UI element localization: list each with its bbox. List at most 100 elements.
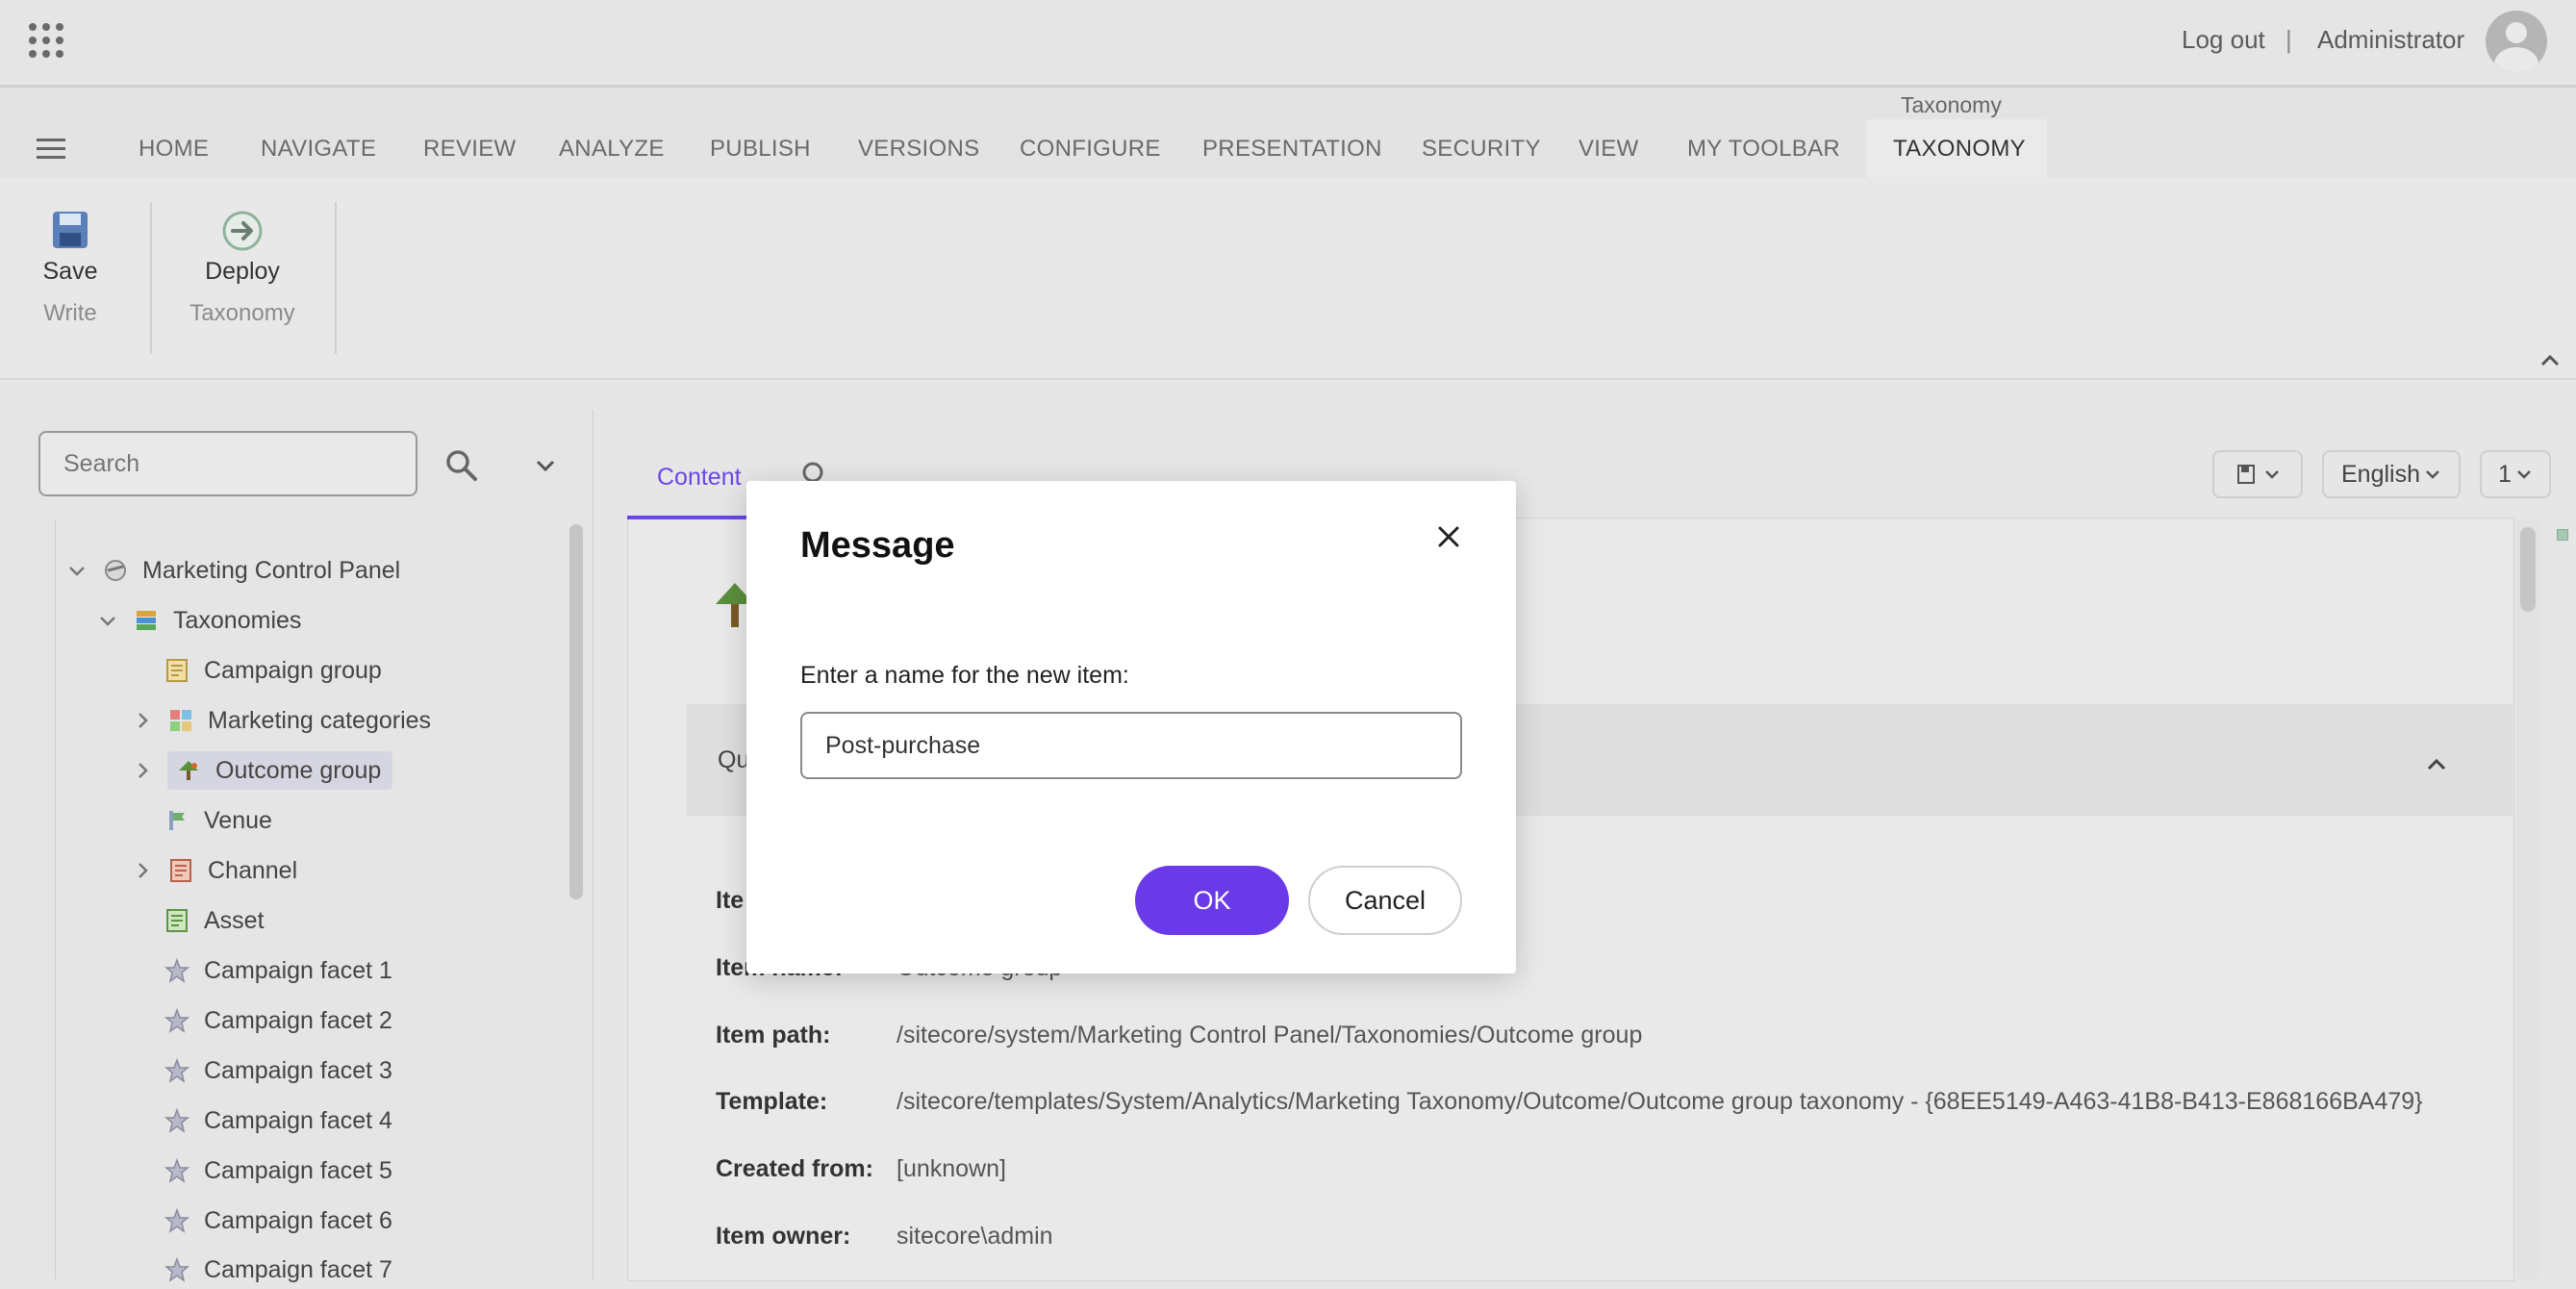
header-separator: | [2286, 25, 2292, 54]
asset-icon [166, 909, 188, 932]
cancel-button[interactable]: Cancel [1308, 866, 1462, 935]
chevron-down-icon[interactable] [98, 611, 117, 630]
tree-item-label: Campaign facet 4 [204, 1106, 392, 1134]
tree-item-label: Marketing Control Panel [142, 556, 401, 584]
version-selector[interactable]: 1 [2480, 450, 2551, 498]
save-button[interactable]: Save [38, 258, 102, 286]
ok-button[interactable]: OK [1135, 866, 1289, 935]
field-value-item-owner: sitecore\admin [897, 1223, 1053, 1250]
tree-item-channel[interactable]: Channel [133, 851, 297, 890]
deploy-icon[interactable] [221, 210, 264, 252]
field-label-created-from: Created from: [716, 1155, 873, 1182]
chevron-down-icon [2265, 470, 2279, 479]
tree-item-label: Campaign facet 5 [204, 1156, 392, 1184]
star-icon [164, 957, 190, 983]
tree-item-selected-highlight: Outcome group [167, 751, 393, 790]
ribbon-group-write: Write [43, 300, 97, 326]
tab-publish[interactable]: PUBLISH [710, 136, 811, 163]
contextual-tab-caption: Taxonomy [1901, 92, 2002, 117]
tree-item-campaign-facet-7[interactable]: Campaign facet 7 [164, 1251, 392, 1289]
field-value-template[interactable]: /sitecore/templates/System/Analytics/Mar… [897, 1088, 2423, 1116]
tree-item-label: Taxonomies [173, 606, 302, 634]
ribbon-divider [335, 202, 337, 354]
tab-navigate[interactable]: NAVIGATE [261, 136, 376, 163]
ribbon-body [0, 178, 2576, 380]
star-icon [164, 1157, 190, 1183]
language-value: English [2341, 460, 2420, 488]
tab-home[interactable]: HOME [139, 136, 209, 163]
close-icon[interactable] [1433, 521, 1464, 552]
tree-item-taxonomies[interactable]: Taxonomies [98, 601, 301, 640]
tree-item-label: Channel [208, 856, 298, 884]
app-launcher-icon[interactable] [29, 23, 63, 58]
tree-guide-line [55, 519, 56, 1279]
chevron-right-icon[interactable] [133, 861, 152, 880]
tab-configure[interactable]: CONFIGURE [1020, 136, 1161, 163]
new-item-name-input[interactable] [800, 712, 1462, 779]
tree-item-outcome-group[interactable]: Outcome group [133, 751, 393, 790]
tree-item-campaign-facet-2[interactable]: Campaign facet 2 [164, 1001, 392, 1040]
tab-content[interactable]: Content [657, 464, 742, 492]
tree-item-campaign-facet-3[interactable]: Campaign facet 3 [164, 1051, 392, 1090]
campaign-group-icon [166, 659, 188, 682]
tree-item-campaign-facet-1[interactable]: Campaign facet 1 [164, 951, 392, 990]
field-label-item-id: Ite [716, 887, 745, 914]
venue-icon [169, 811, 185, 830]
tab-versions[interactable]: VERSIONS [858, 136, 979, 163]
deploy-button[interactable]: Deploy [192, 258, 292, 286]
tab-security[interactable]: SECURITY [1422, 136, 1541, 163]
tree-item-marketing-control-panel[interactable]: Marketing Control Panel [67, 551, 400, 590]
quick-info-label[interactable]: Qu [718, 746, 749, 774]
tab-review[interactable]: REVIEW [423, 136, 516, 163]
dialog-prompt: Enter a name for the new item: [800, 662, 1129, 689]
marketing-categories-icon [170, 710, 191, 731]
star-icon [164, 1107, 190, 1133]
tab-view[interactable]: VIEW [1578, 136, 1639, 163]
tab-my-toolbar[interactable]: MY TOOLBAR [1687, 136, 1840, 163]
dialog-title: Message [800, 525, 955, 566]
chevron-right-icon[interactable] [133, 761, 152, 780]
tree-item-campaign-facet-4[interactable]: Campaign facet 4 [164, 1101, 392, 1140]
tree-item-label: Campaign facet 2 [204, 1006, 392, 1034]
marketing-control-panel-icon [105, 560, 126, 581]
menu-icon[interactable] [37, 139, 65, 160]
save-icon[interactable] [51, 210, 89, 250]
outcome-group-icon [179, 761, 198, 780]
tree-scrollbar[interactable] [569, 524, 583, 899]
user-avatar-icon[interactable] [2486, 11, 2547, 72]
tree-item-campaign-group[interactable]: Campaign group [164, 651, 382, 690]
field-label-item-owner: Item owner: [716, 1223, 851, 1250]
tab-analyze[interactable]: ANALYZE [559, 136, 665, 163]
content-scrollbar[interactable] [2520, 527, 2536, 612]
star-icon [164, 1007, 190, 1033]
tab-taxonomy[interactable]: TAXONOMY [1893, 136, 2026, 163]
tree-item-venue[interactable]: Venue [164, 801, 272, 840]
layout-options-button[interactable] [2212, 450, 2303, 498]
star-icon [164, 1057, 190, 1083]
tree-item-label: Campaign facet 1 [204, 956, 392, 984]
chevron-down-icon [2426, 470, 2439, 479]
language-selector[interactable]: English [2322, 450, 2461, 498]
tree-item-asset[interactable]: Asset [164, 901, 265, 940]
field-value-created-from: [unknown] [897, 1155, 1006, 1182]
tree-item-campaign-facet-5[interactable]: Campaign facet 5 [164, 1151, 392, 1190]
chevron-right-icon[interactable] [133, 711, 152, 730]
field-value-item-path: /sitecore/system/Marketing Control Panel… [897, 1022, 1643, 1049]
tab-presentation[interactable]: PRESENTATION [1202, 136, 1382, 163]
logout-link[interactable]: Log out [2182, 25, 2265, 55]
tree-item-label: Venue [204, 806, 272, 834]
search-options-chevron-down-icon[interactable] [535, 458, 556, 473]
tree-item-label: Campaign facet 6 [204, 1206, 392, 1234]
chevron-down-icon [2517, 470, 2531, 479]
search-icon[interactable] [444, 448, 479, 483]
username-label[interactable]: Administrator [2317, 25, 2464, 55]
tree-item-label: Outcome group [215, 756, 382, 784]
star-icon [164, 1207, 190, 1233]
chevron-down-icon[interactable] [67, 561, 87, 580]
tree-item-marketing-categories[interactable]: Marketing categories [133, 701, 431, 740]
chevron-up-icon[interactable] [2426, 756, 2447, 771]
tree-item-label: Campaign group [204, 656, 382, 684]
tree-item-campaign-facet-6[interactable]: Campaign facet 6 [164, 1201, 392, 1240]
tree-search-input[interactable] [38, 431, 417, 496]
collapse-ribbon-icon[interactable] [2539, 352, 2561, 367]
